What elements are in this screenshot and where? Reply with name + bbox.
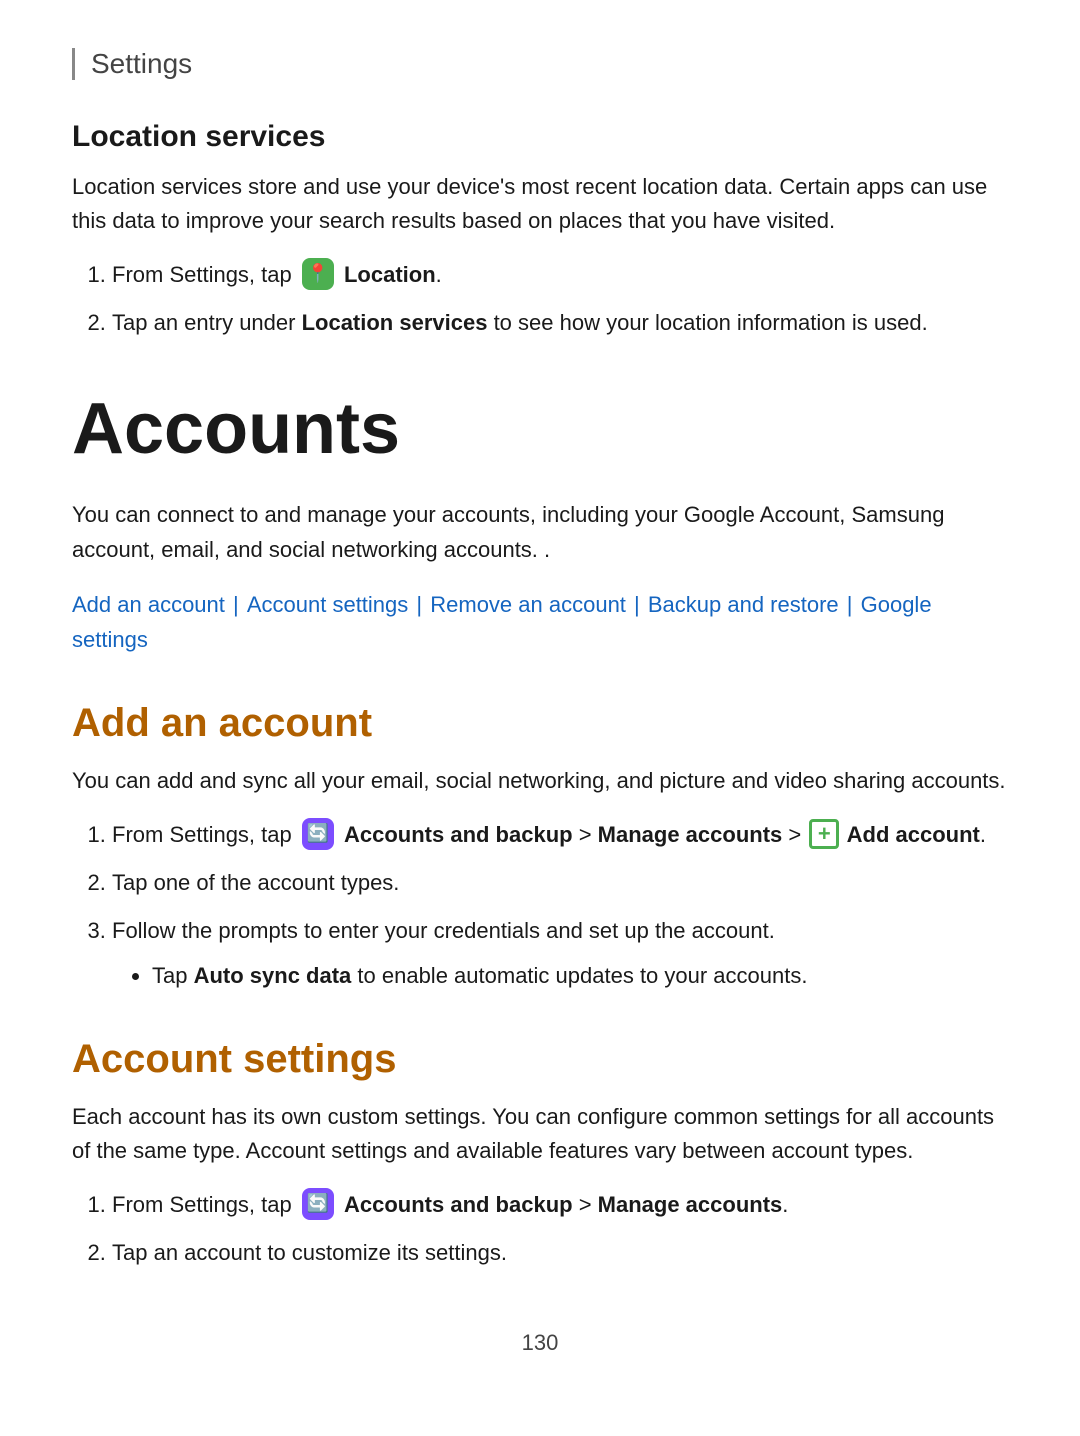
location-services-heading: Location services — [72, 120, 1008, 154]
settings-step-2-text: Tap an account to customize its settings… — [112, 1240, 507, 1265]
settings-step-1-bold1: Accounts and backup — [344, 1192, 573, 1217]
add-account-step-2: Tap one of the account types. — [112, 866, 1008, 900]
settings-header: Settings — [72, 48, 1008, 80]
add-account-step-1: From Settings, tap Accounts and backup >… — [112, 818, 1008, 852]
account-settings-step-2: Tap an account to customize its settings… — [112, 1236, 1008, 1270]
separator-2: | — [410, 592, 428, 617]
add-account-bullet-1: Tap Auto sync data to enable automatic u… — [152, 959, 1008, 993]
add-plus-icon — [809, 819, 839, 849]
add-step-2-text: Tap one of the account types. — [112, 870, 399, 895]
bullet-before: Tap — [152, 963, 194, 988]
bullet-bold: Auto sync data — [194, 963, 352, 988]
link-remove-account[interactable]: Remove an account — [430, 592, 626, 617]
bullet-after: to enable automatic updates to your acco… — [351, 963, 807, 988]
location-step-2-before: Tap an entry under — [112, 310, 302, 335]
add-step-1-mid2: > — [782, 822, 807, 847]
add-step-1-period: . — [980, 822, 986, 847]
settings-step-1-before: From Settings, tap — [112, 1192, 298, 1217]
add-account-section: Add an account You can add and sync all … — [72, 701, 1008, 993]
location-step-2-bold: Location services — [302, 310, 488, 335]
accounts-icon-1 — [302, 818, 334, 850]
add-account-steps: From Settings, tap Accounts and backup >… — [112, 818, 1008, 992]
add-account-bullets: Tap Auto sync data to enable automatic u… — [152, 959, 1008, 993]
location-step-1-before: From Settings, tap — [112, 262, 298, 287]
page-container: Settings Location services Location serv… — [0, 0, 1080, 1436]
add-step-1-before: From Settings, tap — [112, 822, 298, 847]
account-settings-description: Each account has its own custom settings… — [72, 1100, 1008, 1168]
add-account-description: You can add and sync all your email, soc… — [72, 764, 1008, 798]
links-bar: Add an account | Account settings | Remo… — [72, 587, 1008, 657]
add-step-3-text: Follow the prompts to enter your credent… — [112, 918, 775, 943]
location-step-1-period: . — [436, 262, 442, 287]
location-step-2: Tap an entry under Location services to … — [112, 306, 1008, 340]
accounts-icon-2 — [302, 1188, 334, 1220]
account-settings-steps: From Settings, tap Accounts and backup >… — [112, 1188, 1008, 1270]
location-steps-list: From Settings, tap Location. Tap an entr… — [112, 258, 1008, 340]
settings-header-text: Settings — [91, 48, 192, 79]
settings-step-1-mid: > — [573, 1192, 598, 1217]
add-step-1-bold1: Accounts and backup — [344, 822, 573, 847]
link-backup-restore[interactable]: Backup and restore — [648, 592, 839, 617]
separator-4: | — [841, 592, 859, 617]
add-account-heading: Add an account — [72, 701, 1008, 746]
accounts-main-title: Accounts — [72, 388, 1008, 470]
account-settings-heading: Account settings — [72, 1037, 1008, 1082]
location-services-description: Location services store and use your dev… — [72, 170, 1008, 238]
settings-step-1-bold2: Manage accounts — [598, 1192, 783, 1217]
add-account-step-3: Follow the prompts to enter your credent… — [112, 914, 1008, 992]
add-step-1-bold3: Add account — [841, 822, 980, 847]
add-step-1-mid: > — [573, 822, 598, 847]
location-step-1: From Settings, tap Location. — [112, 258, 1008, 292]
location-step-1-bold: Location — [344, 262, 436, 287]
separator-1: | — [227, 592, 245, 617]
location-services-section: Location services Location services stor… — [72, 120, 1008, 340]
settings-step-1-period: . — [782, 1192, 788, 1217]
separator-3: | — [628, 592, 646, 617]
accounts-description: You can connect to and manage your accou… — [72, 498, 1008, 566]
link-account-settings[interactable]: Account settings — [247, 592, 408, 617]
location-icon — [302, 258, 334, 290]
add-step-1-bold2: Manage accounts — [598, 822, 783, 847]
page-number: 130 — [72, 1330, 1008, 1356]
account-settings-section: Account settings Each account has its ow… — [72, 1037, 1008, 1270]
link-add-account[interactable]: Add an account — [72, 592, 225, 617]
account-settings-step-1: From Settings, tap Accounts and backup >… — [112, 1188, 1008, 1222]
location-step-2-after: to see how your location information is … — [487, 310, 927, 335]
